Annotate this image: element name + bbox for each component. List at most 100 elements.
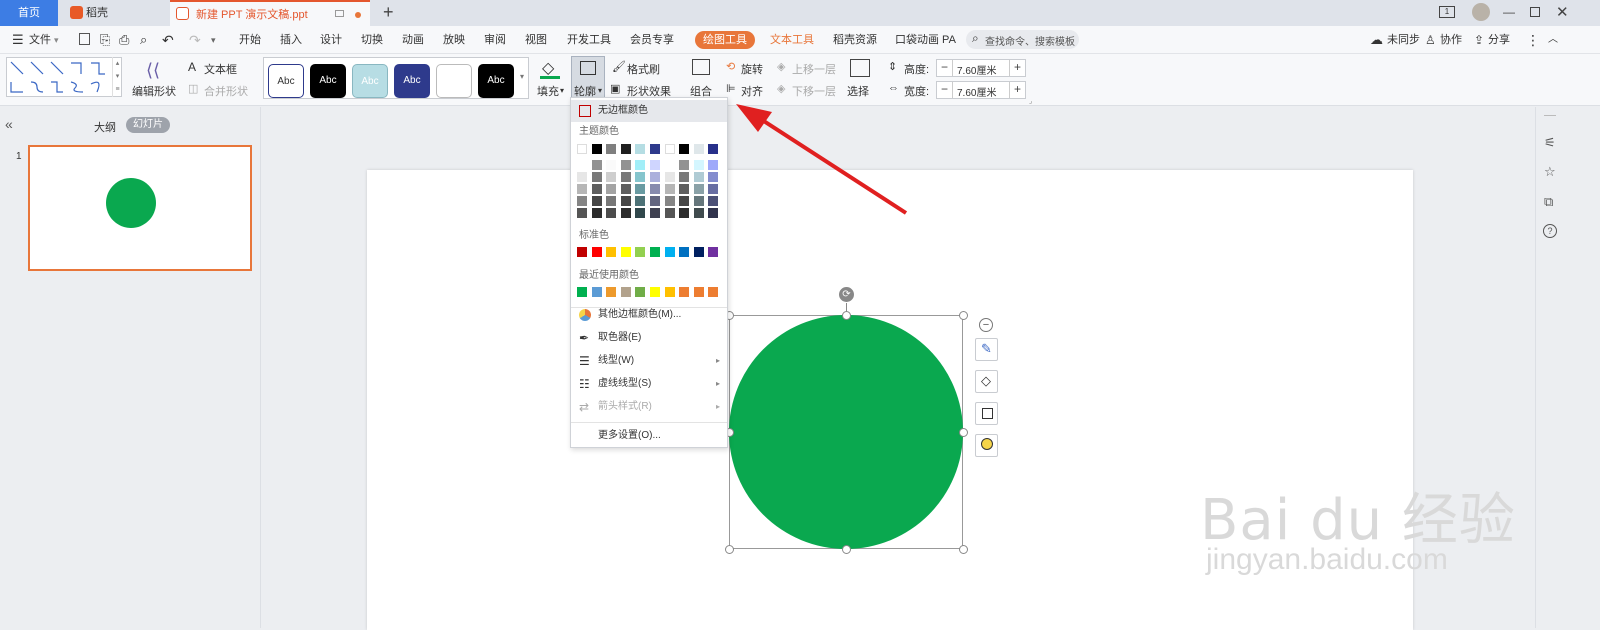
standard-color-swatch[interactable] xyxy=(591,247,602,257)
edit-shape-icon[interactable]: ⟨⟨ xyxy=(146,60,160,81)
more-settings-item[interactable]: 更多设置(O)... xyxy=(571,425,727,447)
bring-forward-icon[interactable]: ◈ xyxy=(777,60,785,73)
theme-shade-swatch[interactable] xyxy=(693,160,704,170)
theme-shade-swatch[interactable] xyxy=(606,172,617,182)
collab-button[interactable]: 协作 xyxy=(1440,26,1462,54)
screen-icon[interactable] xyxy=(335,10,344,17)
theme-shade-swatch[interactable] xyxy=(620,184,631,194)
menu-slideshow[interactable]: 放映 xyxy=(443,26,465,54)
outline-button[interactable]: 轮廓 ▾ xyxy=(571,56,605,100)
menu-member[interactable]: 会员专享 xyxy=(630,26,674,54)
width-increase-icon[interactable]: + xyxy=(1009,82,1025,98)
eyedropper-item[interactable]: ✒ 取色器(E) xyxy=(571,327,727,349)
menu-review[interactable]: 审阅 xyxy=(484,26,506,54)
standard-color-swatch[interactable] xyxy=(650,247,660,257)
theme-color-swatch[interactable] xyxy=(577,144,587,154)
search-box[interactable]: ⌕ 查找命令、搜索模板 xyxy=(966,30,1079,49)
new-tab-icon[interactable]: + xyxy=(383,2,394,23)
theme-shade-swatch[interactable] xyxy=(620,160,631,170)
resize-handle-sw[interactable] xyxy=(725,545,734,554)
fill-chevron-icon[interactable]: ▾ xyxy=(560,86,564,95)
theme-shade-swatch[interactable] xyxy=(679,208,690,218)
rotate-button[interactable]: 旋转 xyxy=(741,61,763,77)
recent-color-swatch[interactable] xyxy=(693,287,704,297)
undo-icon[interactable]: ↶ xyxy=(162,26,174,54)
menu-transition[interactable]: 切换 xyxy=(361,26,383,54)
send-backward-button[interactable]: 下移一层 xyxy=(792,83,836,99)
theme-color-swatch[interactable] xyxy=(679,144,690,154)
select-icon[interactable] xyxy=(850,59,870,77)
dash-style-item[interactable]: ☷ 虚线线型(S) ▸ xyxy=(571,373,727,395)
style-preset-6[interactable]: Abc xyxy=(478,64,514,98)
theme-shade-swatch[interactable] xyxy=(577,184,587,194)
collapse-ribbon-icon[interactable]: ︿ xyxy=(1548,26,1558,54)
hamburger-icon[interactable]: ☰ xyxy=(12,26,24,54)
menu-daoke-resources[interactable]: 稻壳资源 xyxy=(833,26,877,54)
theme-shade-swatch[interactable] xyxy=(577,172,587,182)
slide-thumbnail-1[interactable] xyxy=(28,145,252,271)
size-dialog-launcher-icon[interactable]: ⌟ xyxy=(1029,97,1032,105)
text-box-icon[interactable]: A xyxy=(188,60,196,74)
theme-color-swatch[interactable] xyxy=(635,144,646,154)
align-icon[interactable]: ⊫ xyxy=(726,82,736,95)
tab-home[interactable]: 首页 xyxy=(0,0,58,26)
recent-color-swatch[interactable] xyxy=(635,287,646,297)
merge-shape-button[interactable]: 合并形状 xyxy=(204,83,248,99)
align-button[interactable]: 对齐 xyxy=(741,83,763,99)
rotate-handle-icon[interactable]: ⟳ xyxy=(839,287,854,302)
theme-shade-swatch[interactable] xyxy=(708,184,719,194)
theme-shade-swatch[interactable] xyxy=(606,184,617,194)
standard-color-swatch[interactable] xyxy=(679,247,690,257)
menu-file[interactable]: 文件 xyxy=(29,26,51,54)
theme-color-swatch[interactable] xyxy=(693,144,704,154)
resize-handle-e[interactable] xyxy=(959,428,968,437)
width-field[interactable]: − 7.60厘米 + xyxy=(936,81,1026,99)
preview-icon[interactable]: ⌕ xyxy=(140,26,147,54)
shape-gallery[interactable] xyxy=(6,57,122,97)
share-icon[interactable]: ⇪ xyxy=(1474,26,1484,54)
cloud-icon[interactable]: ☁ xyxy=(1370,26,1383,54)
line-style-item[interactable]: ☰ 线型(W) ▸ xyxy=(571,350,727,372)
restore-icon[interactable] xyxy=(1530,7,1540,17)
theme-shade-swatch[interactable] xyxy=(708,172,719,182)
theme-shade-swatch[interactable] xyxy=(650,208,660,218)
theme-shade-swatch[interactable] xyxy=(708,196,719,206)
outline-tab[interactable]: 大纲 xyxy=(94,119,116,135)
quick-access-more-icon[interactable]: ▾ xyxy=(211,26,216,54)
float-fill-button[interactable]: ◇ xyxy=(975,370,998,393)
height-decrease-icon[interactable]: − xyxy=(937,60,953,76)
theme-shade-swatch[interactable] xyxy=(679,196,690,206)
standard-color-swatch[interactable] xyxy=(708,247,719,257)
rotate-icon[interactable]: ⟲ xyxy=(726,60,735,73)
recent-color-swatch[interactable] xyxy=(679,287,690,297)
style-gallery-more-icon[interactable]: ▾ xyxy=(520,72,524,81)
theme-color-swatch[interactable] xyxy=(650,144,660,154)
save-icon[interactable] xyxy=(79,33,90,45)
recent-color-swatch[interactable] xyxy=(591,287,602,297)
theme-shade-swatch[interactable] xyxy=(679,184,690,194)
recent-color-swatch[interactable] xyxy=(708,287,719,297)
recent-color-swatch[interactable] xyxy=(664,287,675,297)
style-preset-3[interactable]: Abc xyxy=(352,64,388,98)
menu-view[interactable]: 视图 xyxy=(525,26,547,54)
menu-drawing-tools[interactable]: 绘图工具 xyxy=(695,31,755,49)
theme-shade-swatch[interactable] xyxy=(635,196,646,206)
collapse-float-icon[interactable]: − xyxy=(979,318,993,332)
theme-shade-swatch[interactable] xyxy=(591,160,602,170)
theme-shade-swatch[interactable] xyxy=(708,160,719,170)
slides-tab[interactable]: 幻灯片 xyxy=(126,117,170,133)
theme-shade-swatch[interactable] xyxy=(620,172,631,182)
theme-color-swatch[interactable] xyxy=(591,144,602,154)
theme-shade-swatch[interactable] xyxy=(591,208,602,218)
resize-handle-ne[interactable] xyxy=(959,311,968,320)
theme-shade-swatch[interactable] xyxy=(708,208,719,218)
export-icon[interactable]: ⎘ xyxy=(100,26,110,54)
bring-forward-button[interactable]: 上移一层 xyxy=(792,61,836,77)
menu-text-tools[interactable]: 文本工具 xyxy=(770,26,814,54)
style-preset-1[interactable]: Abc xyxy=(268,64,304,98)
green-circle-shape[interactable] xyxy=(729,315,963,549)
format-painter-button[interactable]: 格式刷 xyxy=(627,61,660,77)
theme-shade-swatch[interactable] xyxy=(664,184,675,194)
theme-shade-swatch[interactable] xyxy=(664,208,675,218)
tab-daoke[interactable]: 稻壳 xyxy=(58,0,168,26)
